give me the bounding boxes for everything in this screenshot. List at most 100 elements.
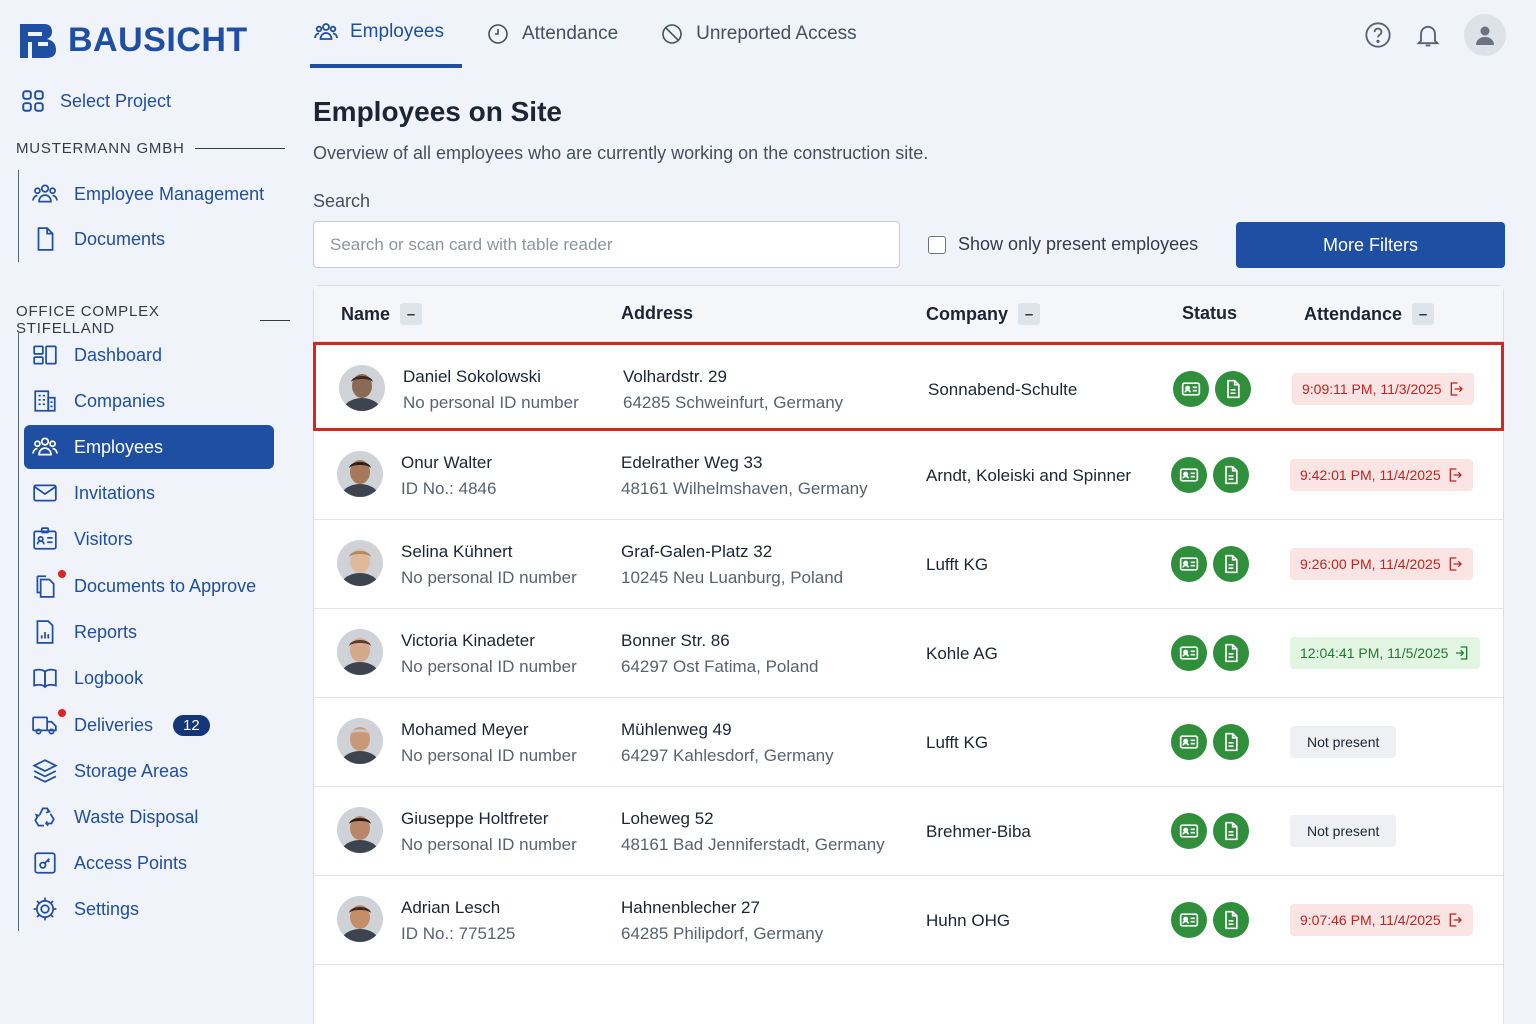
status-indicators bbox=[1171, 724, 1249, 760]
employee-name[interactable]: Adrian Lesch bbox=[401, 898, 500, 918]
sidebar-item-dashboard[interactable]: Dashboard bbox=[24, 333, 274, 377]
sidebar-item-waste-disposal[interactable]: Waste Disposal bbox=[24, 795, 274, 839]
person-photo-icon bbox=[337, 451, 383, 497]
tab-label: Unreported Access bbox=[696, 23, 857, 44]
employee-name[interactable]: Daniel Sokolowski bbox=[403, 367, 541, 387]
employee-avatar bbox=[337, 540, 383, 586]
building-icon bbox=[34, 390, 56, 412]
address-street: Edelrather Weg 33 bbox=[621, 453, 763, 472]
document-icon bbox=[37, 227, 54, 251]
deliveries-count-badge: 12 bbox=[173, 714, 210, 736]
sidebar-item-label: Deliveries bbox=[74, 714, 154, 735]
sort-toggle-button[interactable]: – bbox=[1018, 303, 1041, 325]
document-status-button[interactable] bbox=[1213, 813, 1249, 849]
attendance-badge[interactable]: 12:04:41 PM, 11/5/2025 bbox=[1290, 637, 1481, 669]
more-filters-button[interactable]: More Filters bbox=[1236, 222, 1505, 268]
sidebar-item-access-points[interactable]: Access Points bbox=[24, 841, 274, 885]
id-card-icon bbox=[1179, 735, 1199, 749]
sidebar-item-invitations[interactable]: Invitations bbox=[24, 471, 274, 515]
attendance-badge[interactable]: Not present bbox=[1290, 726, 1397, 758]
sidebar-item-reports[interactable]: Reports bbox=[24, 610, 274, 654]
table-row[interactable]: Daniel Sokolowski No personal ID number … bbox=[313, 342, 1504, 431]
company-name: Lufft KG bbox=[926, 555, 989, 574]
company-name: Arndt, Koleiski and Spinner bbox=[926, 466, 1132, 485]
document-status-button[interactable] bbox=[1213, 635, 1249, 671]
column-label: Company bbox=[926, 303, 1009, 324]
mail-icon bbox=[33, 484, 57, 502]
sidebar-item-companies[interactable]: Companies bbox=[24, 379, 274, 423]
attendance-badge[interactable]: Not present bbox=[1290, 815, 1397, 847]
table-row[interactable]: Adrian Lesch ID No.: 775125 Hahnenbleche… bbox=[314, 876, 1503, 965]
attendance-badge[interactable]: 9:07:46 PM, 11/4/2025 bbox=[1290, 904, 1473, 936]
sidebar-item-label: Waste Disposal bbox=[74, 806, 199, 827]
attendance-badge[interactable]: 9:09:11 PM, 11/3/2025 bbox=[1292, 373, 1474, 405]
present-only-toggle[interactable]: Show only present employees bbox=[928, 234, 1198, 255]
table-row[interactable]: Giuseppe Holtfreter No personal ID numbe… bbox=[314, 787, 1503, 876]
tab-label: Employees bbox=[350, 21, 444, 42]
id-card-status-button[interactable] bbox=[1171, 902, 1207, 938]
sort-toggle-button[interactable]: – bbox=[400, 303, 423, 325]
employee-name[interactable]: Victoria Kinadeter bbox=[401, 631, 535, 651]
search-input[interactable] bbox=[313, 221, 900, 268]
status-indicators bbox=[1173, 371, 1251, 407]
bell-icon[interactable] bbox=[1414, 21, 1442, 49]
id-card-status-button[interactable] bbox=[1171, 546, 1207, 582]
brand-logo[interactable]: BAUSICHT bbox=[18, 20, 248, 60]
document-status-button[interactable] bbox=[1215, 371, 1251, 407]
person-photo-icon bbox=[337, 629, 383, 675]
checkout-icon bbox=[1449, 468, 1462, 482]
logo-icon bbox=[20, 24, 56, 58]
employee-name[interactable]: Selina Kühnert bbox=[401, 542, 513, 562]
document-icon bbox=[1225, 910, 1238, 930]
table-row[interactable]: Selina Kühnert No personal ID number Gra… bbox=[314, 520, 1503, 609]
tab-unreported-access[interactable]: Unreported Access bbox=[656, 0, 875, 68]
sidebar-item-settings[interactable]: Settings bbox=[24, 887, 274, 931]
sidebar-item-logbook[interactable]: Logbook bbox=[24, 656, 274, 700]
tab-employees[interactable]: Employees bbox=[310, 0, 462, 68]
employees-table: Name – Address Company – Status Attendan… bbox=[313, 285, 1504, 1024]
id-card-status-button[interactable] bbox=[1171, 457, 1207, 493]
employee-name[interactable]: Onur Walter bbox=[401, 453, 492, 473]
attendance-badge[interactable]: 9:26:00 PM, 11/4/2025 bbox=[1290, 548, 1473, 580]
document-status-button[interactable] bbox=[1213, 902, 1249, 938]
column-company[interactable]: Company – bbox=[926, 303, 1041, 325]
dashboard-icon bbox=[33, 345, 57, 365]
document-status-button[interactable] bbox=[1213, 546, 1249, 582]
user-avatar-button[interactable] bbox=[1464, 14, 1506, 56]
document-status-button[interactable] bbox=[1213, 724, 1249, 760]
tab-attendance[interactable]: Attendance bbox=[482, 0, 636, 68]
id-card-status-button[interactable] bbox=[1171, 724, 1207, 760]
status-indicators bbox=[1171, 813, 1249, 849]
sidebar-item-visitors[interactable]: Visitors bbox=[24, 517, 274, 561]
column-address: Address bbox=[621, 303, 693, 324]
sidebar-item-employee-management[interactable]: Employee Management bbox=[24, 172, 274, 216]
id-card-status-button[interactable] bbox=[1171, 635, 1207, 671]
select-project-link[interactable]: Select Project bbox=[20, 88, 171, 114]
present-only-checkbox[interactable] bbox=[928, 235, 946, 254]
sidebar-item-documents[interactable]: Documents bbox=[24, 217, 274, 261]
sort-toggle-button[interactable]: – bbox=[1412, 303, 1435, 325]
table-row[interactable]: Mohamed Meyer No personal ID number Mühl… bbox=[314, 698, 1503, 787]
column-name[interactable]: Name – bbox=[341, 303, 423, 325]
help-icon[interactable] bbox=[1364, 21, 1392, 49]
employee-name[interactable]: Giuseppe Holtfreter bbox=[401, 809, 548, 829]
table-row[interactable]: Onur Walter ID No.: 4846 Edelrather Weg … bbox=[314, 431, 1503, 520]
brand-name: BAUSICHT bbox=[68, 20, 248, 59]
employee-id: No personal ID number bbox=[401, 835, 577, 854]
id-card-icon bbox=[1179, 468, 1199, 482]
employee-name[interactable]: Mohamed Meyer bbox=[401, 720, 529, 740]
id-card-status-button[interactable] bbox=[1171, 813, 1207, 849]
attendance-badge[interactable]: 9:42:01 PM, 11/4/2025 bbox=[1290, 459, 1473, 491]
document-status-button[interactable] bbox=[1213, 457, 1249, 493]
id-card-status-button[interactable] bbox=[1173, 371, 1209, 407]
sidebar-item-storage-areas[interactable]: Storage Areas bbox=[24, 749, 274, 793]
column-attendance[interactable]: Attendance – bbox=[1304, 303, 1435, 325]
attendance-text: 9:07:46 PM, 11/4/2025 bbox=[1300, 912, 1441, 928]
person-photo-icon bbox=[337, 540, 383, 586]
attendance-text: 9:09:11 PM, 11/3/2025 bbox=[1302, 381, 1442, 397]
sidebar-item-employees[interactable]: Employees bbox=[24, 425, 274, 469]
section-company-heading: MUSTERMANN GMBH bbox=[16, 140, 285, 157]
table-row[interactable]: Victoria Kinadeter No personal ID number… bbox=[314, 609, 1503, 698]
status-indicators bbox=[1171, 457, 1249, 493]
checkout-icon bbox=[1449, 557, 1462, 571]
